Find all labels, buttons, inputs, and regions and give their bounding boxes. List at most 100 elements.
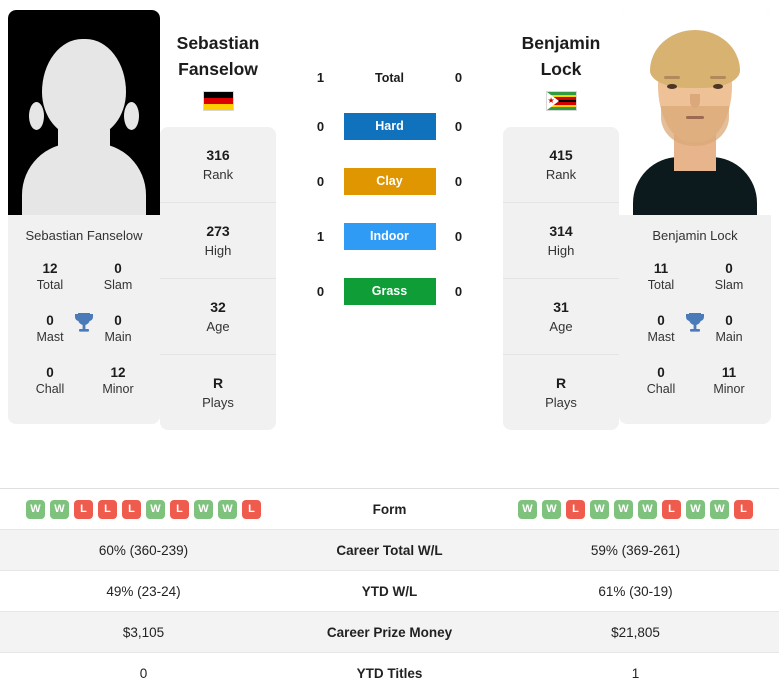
- surface-bar-hard[interactable]: Hard: [343, 113, 436, 140]
- left-plays-label: Plays: [202, 395, 234, 410]
- table-row-ytd-wl: 49% (23-24) YTD W/L 61% (30-19): [0, 571, 779, 612]
- form-badge-win: W: [26, 499, 45, 519]
- right-titles-total-value: 11: [653, 261, 669, 276]
- right-titles-chall: 0 Chall: [627, 358, 695, 410]
- h2h-indoor-left-value: 1: [316, 229, 325, 244]
- right-stat-high: 314 High: [503, 203, 619, 279]
- form-badge-loss: L: [122, 499, 141, 519]
- left-stat-high: 273 High: [160, 203, 276, 279]
- right-career-total-wl: 59% (369-261): [590, 542, 681, 558]
- right-player-titles-grid: 11 Total 0 Slam 0 Mast 0 Main 0 Chall 11…: [619, 254, 771, 424]
- form-badge-win: W: [146, 499, 165, 519]
- right-player-name-caption: Benjamin Lock: [652, 228, 738, 243]
- right-titles-chall-value: 0: [657, 365, 665, 380]
- form-badge-loss: L: [98, 499, 117, 519]
- row-label-career-prize-money: Career Prize Money: [326, 624, 453, 640]
- form-badge-win: W: [518, 499, 537, 519]
- surface-bar-clay[interactable]: Clay: [343, 168, 436, 195]
- left-player-first-name: Sebastian: [176, 33, 260, 53]
- right-player-photo: [619, 10, 771, 215]
- h2h-total-label: Total: [375, 70, 404, 85]
- left-titles-chall-value: 0: [46, 365, 54, 380]
- germany-flag-icon: [202, 91, 234, 111]
- left-titles-minor: 12 Minor: [84, 358, 152, 410]
- right-plays-label: Plays: [545, 395, 577, 410]
- silhouette-body-icon: [22, 143, 146, 215]
- form-badge-loss: L: [566, 499, 585, 519]
- left-career-prize-money: $3,105: [122, 624, 165, 640]
- h2h-clay-left-value: 0: [316, 174, 325, 189]
- left-rank-label: Rank: [202, 167, 234, 182]
- left-titles-chall-label: Chall: [35, 382, 65, 396]
- left-titles-total-value: 12: [42, 261, 58, 276]
- form-badge-loss: L: [74, 499, 93, 519]
- surface-bar-grass[interactable]: Grass: [343, 278, 436, 305]
- left-stat-rank: 316 Rank: [160, 127, 276, 203]
- left-titles-total: 12 Total: [16, 254, 84, 306]
- silhouette-ear-right-icon: [124, 102, 139, 131]
- right-player-heading: Benjamin Lock ★: [503, 10, 619, 111]
- left-player-titles-grid: 12 Total 0 Slam 0 Mast 0 Main 0 Chall 12…: [8, 254, 160, 424]
- left-ytd-wl: 49% (23-24): [106, 583, 181, 599]
- left-player-photo-placeholder: [8, 10, 160, 215]
- trophy-icon: [72, 311, 96, 337]
- h2h-grass-left-value: 0: [316, 284, 325, 299]
- right-titles-minor-label: Minor: [713, 382, 745, 396]
- right-player-card[interactable]: Benjamin Lock 11 Total 0 Slam 0 Mast 0 M…: [619, 10, 771, 424]
- left-player-card[interactable]: Sebastian Fanselow 12 Total 0 Slam 0 Mas…: [8, 10, 160, 424]
- zimbabwe-flag-icon: ★: [545, 91, 577, 111]
- left-player-last-name: Fanselow: [178, 59, 258, 79]
- head-to-head-column: 1 Total 0 0 Hard 0 0 Clay 0 1 Indoor 0 0: [276, 10, 503, 305]
- row-label-form: Form: [372, 501, 407, 517]
- stats-comparison-table: WWLLLWLWWL Form WWLWWWLWWL 60% (360-239)…: [0, 488, 779, 694]
- right-form-badges: WWLWWWLWWL: [492, 499, 779, 519]
- left-high-label: High: [204, 243, 232, 258]
- form-badge-win: W: [590, 499, 609, 519]
- table-row-career-prize-money: $3,105 Career Prize Money $21,805: [0, 612, 779, 653]
- h2h-total-left-value: 1: [316, 70, 325, 85]
- right-age-label: Age: [549, 319, 573, 334]
- surface-bar-indoor[interactable]: Indoor: [343, 223, 436, 250]
- right-rank-label: Rank: [545, 167, 577, 182]
- right-player-last-name: Lock: [540, 59, 582, 79]
- h2h-clay-row: 0 Clay 0: [310, 168, 470, 195]
- right-player-stats-column: Benjamin Lock ★ 415 Rank 314 High 31 Age…: [503, 10, 619, 430]
- right-titles-minor: 11 Minor: [695, 358, 763, 410]
- h2h-hard-right-value: 0: [454, 119, 463, 134]
- right-ytd-titles: 1: [631, 666, 640, 681]
- left-titles-minor-value: 12: [110, 365, 126, 380]
- right-career-prize-money: $21,805: [611, 624, 660, 640]
- form-badge-win: W: [50, 499, 69, 519]
- left-plays-value: R: [212, 375, 224, 391]
- left-high-value: 273: [206, 223, 230, 239]
- right-stat-box: 415 Rank 314 High 31 Age R Plays: [503, 127, 619, 430]
- form-badge-win: W: [686, 499, 705, 519]
- form-badge-win: W: [194, 499, 213, 519]
- form-badge-loss: L: [662, 499, 681, 519]
- right-stat-rank: 415 Rank: [503, 127, 619, 203]
- form-badge-win: W: [218, 499, 237, 519]
- right-plays-value: R: [555, 375, 567, 391]
- left-form-badges: WWLLLWLWWL: [0, 499, 287, 519]
- player-comparison-page: Sebastian Fanselow 12 Total 0 Slam 0 Mas…: [0, 0, 779, 699]
- right-age-value: 31: [553, 299, 569, 315]
- table-row-career-total-wl: 60% (360-239) Career Total W/L 59% (369-…: [0, 530, 779, 571]
- silhouette-ear-left-icon: [29, 102, 44, 131]
- row-label-ytd-titles: YTD Titles: [356, 666, 423, 681]
- left-titles-total-label: Total: [36, 278, 64, 292]
- form-badge-win: W: [614, 499, 633, 519]
- form-badge-loss: L: [242, 499, 261, 519]
- row-label-career-total-wl: Career Total W/L: [336, 542, 443, 558]
- h2h-clay-right-value: 0: [454, 174, 463, 189]
- row-label-ytd-wl: YTD W/L: [361, 583, 418, 599]
- h2h-grass-row: 0 Grass 0: [310, 278, 470, 305]
- left-stat-age: 32 Age: [160, 279, 276, 355]
- table-row-form: WWLLLWLWWL Form WWLWWWLWWL: [0, 489, 779, 530]
- h2h-total-right-value: 0: [454, 70, 463, 85]
- h2h-indoor-right-value: 0: [454, 229, 463, 244]
- form-badge-win: W: [542, 499, 561, 519]
- right-titles-slam-value: 0: [725, 261, 733, 276]
- right-stat-age: 31 Age: [503, 279, 619, 355]
- right-ytd-wl: 61% (30-19): [598, 583, 673, 599]
- right-titles-total-label: Total: [647, 278, 675, 292]
